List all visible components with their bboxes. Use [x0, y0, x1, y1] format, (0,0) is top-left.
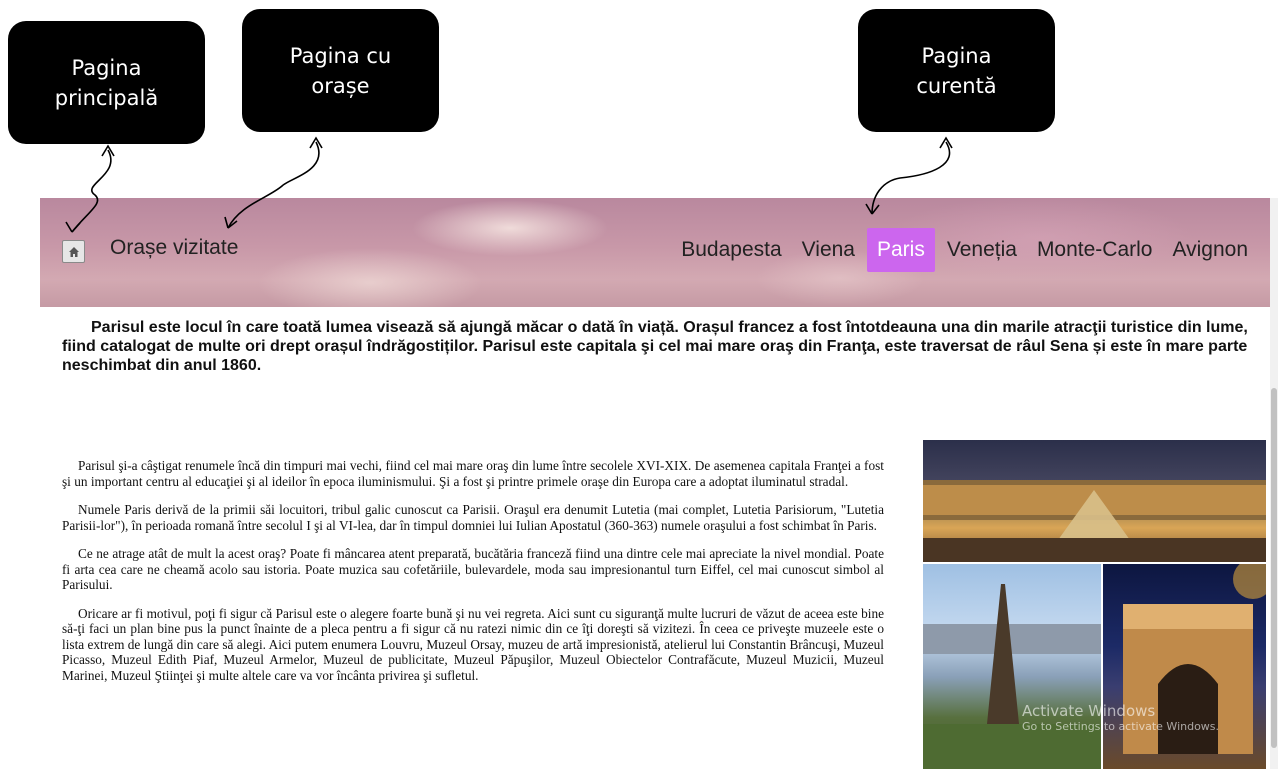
vertical-scrollbar[interactable] [1270, 198, 1278, 769]
article-paragraph: Oricare ar fi motivul, poţi fi sigur că … [62, 605, 884, 683]
home-button[interactable] [62, 240, 85, 263]
site-title-link[interactable]: Orașe vizitate [110, 236, 238, 260]
nav-item-monte-carlo[interactable]: Monte-Carlo [1027, 228, 1163, 272]
activation-watermark: Activate Windows Go to Settings to activ… [1022, 702, 1219, 734]
home-icon [68, 246, 79, 257]
nav-item-budapesta[interactable]: Budapesta [671, 228, 791, 272]
intro-text: Parisul este locul în care toată lumea v… [62, 319, 1248, 374]
article-paragraph: Ce ne atrage atât de mult la acest oraş?… [62, 546, 884, 592]
scrollbar-thumb[interactable] [1271, 388, 1277, 748]
article-paragraph: Numele Paris derivă de la primii săi loc… [62, 502, 884, 533]
nav-item-avignon[interactable]: Avignon [1162, 228, 1258, 272]
nav-item-paris[interactable]: Paris [867, 228, 935, 272]
louvre-photo [923, 440, 1266, 562]
eiffel-tower-photo [923, 564, 1101, 769]
nav-item-viena[interactable]: Viena [792, 228, 865, 272]
city-nav: Budapesta Viena Paris Veneția Monte-Carl… [671, 228, 1258, 272]
header-banner: Orașe vizitate Budapesta Viena Paris Ven… [40, 198, 1270, 307]
article-body: Parisul şi-a câştigat renumele încă din … [62, 458, 884, 696]
nav-item-venetia[interactable]: Veneția [937, 228, 1027, 272]
annotation-home-page: Pagina principală [8, 21, 205, 144]
article-paragraph: Parisul şi-a câştigat renumele încă din … [62, 458, 884, 489]
annotation-cities-page: Pagina cu orașe [242, 9, 439, 132]
watermark-title: Activate Windows [1022, 702, 1156, 720]
annotation-current-page: Pagina curentă [858, 9, 1055, 132]
arc-de-triomphe-photo [1103, 564, 1266, 769]
watermark-subtitle: Go to Settings to activate Windows. [1022, 720, 1220, 733]
